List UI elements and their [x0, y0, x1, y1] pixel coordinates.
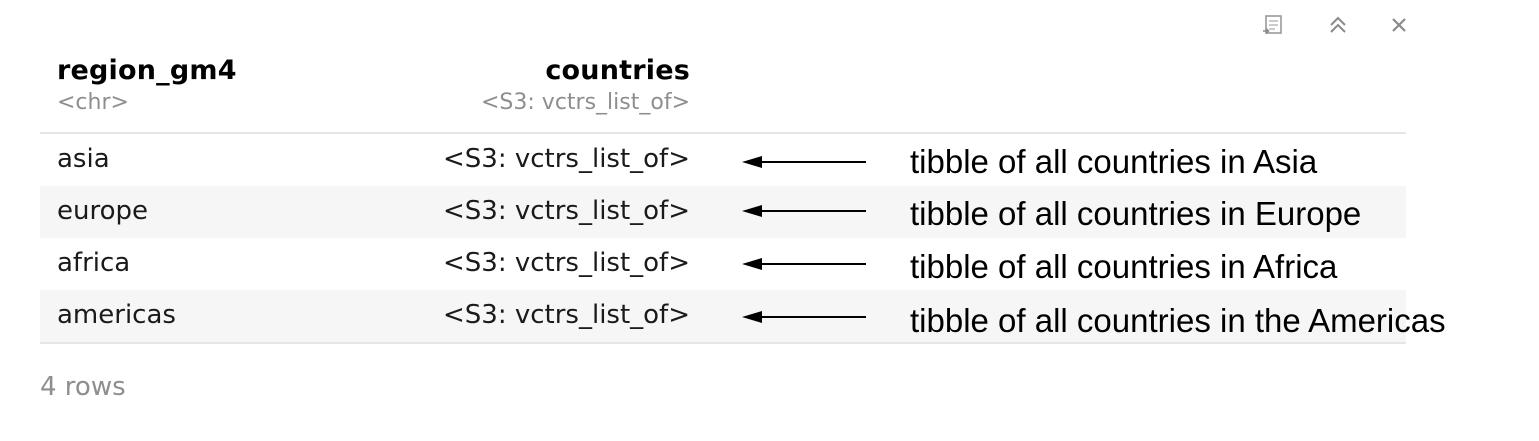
table-header: region_gm4 <chr> countries <S3: vctrs_li… [40, 52, 1406, 134]
annotation-text: tibble of all countries in Europe [910, 195, 1362, 232]
close-icon[interactable] [1384, 10, 1414, 40]
arrow-left-icon [742, 205, 866, 217]
row-count: 4 rows [40, 372, 126, 402]
arrow-left-icon [742, 311, 866, 323]
cell-countries[interactable]: <S3: vctrs_list_of> [443, 144, 690, 174]
cell-countries[interactable]: <S3: vctrs_list_of> [443, 300, 690, 330]
cell-region: africa [57, 248, 131, 278]
cell-countries[interactable]: <S3: vctrs_list_of> [443, 196, 690, 226]
annotation-text: tibble of all countries in Africa [910, 248, 1338, 285]
cell-region: americas [57, 300, 176, 330]
export-icon[interactable] [1258, 10, 1288, 40]
cell-countries[interactable]: <S3: vctrs_list_of> [443, 248, 690, 278]
annotation-text: tibble of all countries in the Americas [910, 302, 1446, 339]
data-viewer: region_gm4 <chr> countries <S3: vctrs_li… [0, 0, 1539, 441]
cell-region: asia [57, 144, 110, 174]
column-header-name[interactable]: countries [545, 55, 690, 86]
column-header-type: <S3: vctrs_list_of> [481, 90, 690, 115]
arrow-left-icon [742, 156, 866, 168]
column-header-name[interactable]: region_gm4 [57, 55, 237, 86]
annotation-text: tibble of all countries in Asia [910, 143, 1318, 180]
column-header-type: <chr> [57, 90, 129, 115]
table-bottom-border [40, 342, 1406, 344]
arrow-left-icon [742, 258, 866, 270]
collapse-up-icon[interactable] [1323, 10, 1353, 40]
cell-region: europe [57, 196, 148, 226]
